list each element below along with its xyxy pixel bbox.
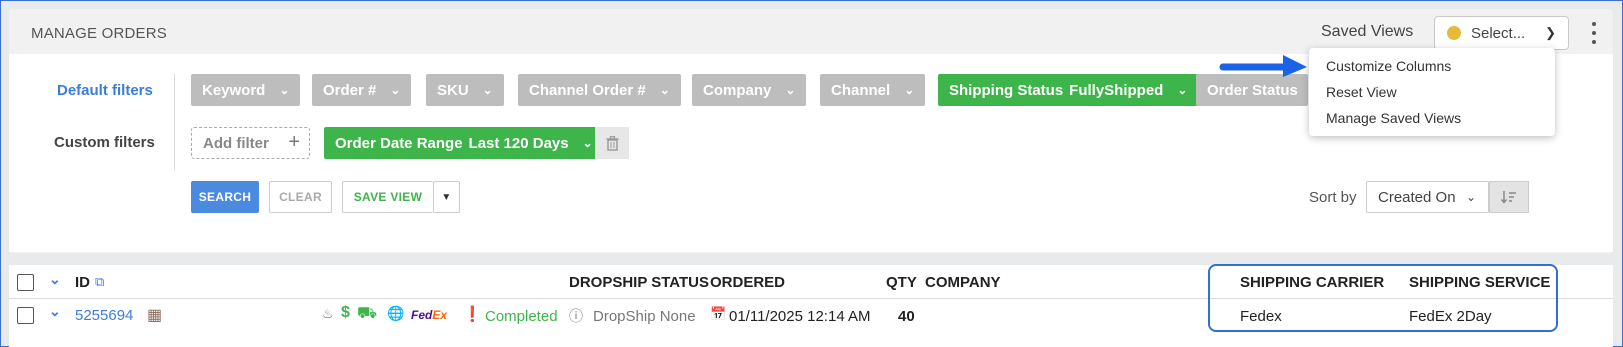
filter-chip-channel[interactable]: Channel ⌄: [820, 74, 926, 106]
order-status-text: Completed: [485, 308, 558, 325]
chevron-down-icon: ⌄: [1465, 190, 1476, 204]
filter-chip-label: Keyword: [202, 81, 266, 99]
kebab-menu-icon[interactable]: [1587, 19, 1601, 47]
sort-by-value: Created On: [1378, 188, 1456, 206]
filter-chip-sku[interactable]: SKU ⌄: [426, 74, 504, 106]
filter-chip-keyword[interactable]: Keyword ⌄: [191, 74, 301, 106]
filter-chip-label: Channel Order #: [529, 81, 646, 99]
flame-icon: ♨: [322, 306, 334, 321]
column-header-id[interactable]: ID: [75, 274, 90, 291]
column-header-ordered[interactable]: ORDERED: [710, 274, 785, 291]
highlight-annotation-box: [1208, 264, 1558, 332]
kebab-dropdown-menu: Customize Columns Reset View Manage Save…: [1309, 48, 1555, 136]
chevron-down-icon: ⌄: [785, 83, 796, 97]
chevron-down-icon: ⌄: [279, 83, 290, 97]
info-icon: ⓘ: [569, 308, 583, 324]
column-header-company[interactable]: COMPANY: [925, 274, 1001, 291]
filter-chip-label: Shipping Status: [949, 81, 1064, 99]
custom-filters-label: Custom filters: [54, 134, 155, 151]
filter-chip-company[interactable]: Company ⌄: [692, 74, 807, 106]
store-icon: ▦: [147, 307, 163, 324]
saved-views-label: Saved Views: [1321, 23, 1414, 40]
chevron-down-icon: ⌄: [1177, 83, 1188, 97]
divider: [174, 74, 175, 170]
dollar-icon: $: [341, 304, 350, 321]
page-title: MANAGE ORDERS: [31, 25, 167, 42]
filter-chip-label: Order Date Range: [335, 134, 463, 152]
chevron-down-icon: ⌄: [482, 83, 493, 97]
filter-chip-label: Order Status: [1207, 81, 1298, 99]
plus-icon: +: [288, 131, 300, 153]
add-filter-button[interactable]: Add filter +: [191, 127, 310, 159]
filter-chip-channel-order[interactable]: Channel Order # ⌄: [518, 74, 681, 106]
copy-icon[interactable]: ⧉: [95, 274, 104, 290]
chevron-down-icon: ❯: [1545, 25, 1556, 40]
fedex-logo-icon: FedEx: [411, 308, 448, 322]
qty-value: 40: [898, 308, 915, 325]
add-filter-label: Add filter: [203, 134, 269, 152]
menu-item-customize-columns[interactable]: Customize Columns: [1309, 53, 1555, 79]
sort-direction-icon[interactable]: [1489, 181, 1529, 213]
filter-chip-label: Order #: [323, 81, 377, 99]
row-checkbox[interactable]: [17, 307, 34, 324]
globe-icon: 🌐: [387, 305, 405, 321]
filter-chip-value: FullyShipped: [1069, 81, 1164, 99]
truck-icon: ⛟: [357, 305, 378, 322]
filter-chip-label: Company: [703, 81, 772, 99]
clear-button[interactable]: CLEAR: [269, 181, 332, 213]
trash-icon[interactable]: [595, 127, 629, 159]
chevron-down-icon: ⌄: [390, 83, 401, 97]
filter-chip-shipping-status[interactable]: Shipping Status FullyShipped ⌄: [938, 74, 1199, 106]
calendar-icon: 📅: [710, 306, 727, 321]
expand-all-chevron-icon[interactable]: ⌄: [49, 271, 61, 288]
column-header-qty[interactable]: QTY: [886, 274, 917, 291]
search-button[interactable]: SEARCH: [191, 181, 259, 213]
completed-status-icon: ❗: [463, 306, 482, 323]
order-id-link[interactable]: 5255694: [75, 307, 133, 324]
dropship-status-text: DropShip None: [593, 308, 696, 325]
filter-chip-order-number[interactable]: Order # ⌄: [312, 74, 412, 106]
expand-row-chevron-icon[interactable]: ⌄: [49, 303, 61, 320]
saved-views-select[interactable]: Select... ❯: [1434, 16, 1569, 50]
chevron-down-icon: ⌄: [659, 83, 670, 97]
sort-by-select[interactable]: Created On ⌄: [1366, 181, 1489, 213]
status-dot-icon: [1447, 26, 1461, 40]
filter-chip-order-date-range[interactable]: Order Date Range Last 120 Days ⌄: [324, 127, 604, 159]
default-filters-label[interactable]: Default filters: [57, 82, 153, 99]
select-all-checkbox[interactable]: [17, 274, 34, 291]
filter-chip-value: Last 120 Days: [468, 134, 569, 152]
callout-arrow-icon: [1219, 55, 1307, 77]
filter-chip-label: SKU: [437, 81, 469, 99]
column-header-dropship-status[interactable]: DROPSHIP STATUS: [569, 274, 709, 291]
chevron-down-icon: ⌄: [904, 83, 915, 97]
save-view-button[interactable]: SAVE VIEW: [342, 181, 433, 213]
chevron-down-icon: ⌄: [582, 136, 593, 150]
ordered-date: 01/11/2025 12:14 AM: [729, 308, 871, 325]
menu-item-reset-view[interactable]: Reset View: [1309, 79, 1555, 105]
sort-by-label: Sort by: [1309, 189, 1357, 206]
saved-views-value: Select...: [1471, 24, 1526, 42]
filter-chip-label: Channel: [831, 81, 891, 99]
menu-item-manage-saved-views[interactable]: Manage Saved Views: [1309, 105, 1555, 131]
save-view-dropdown-icon[interactable]: ▼: [433, 181, 460, 213]
